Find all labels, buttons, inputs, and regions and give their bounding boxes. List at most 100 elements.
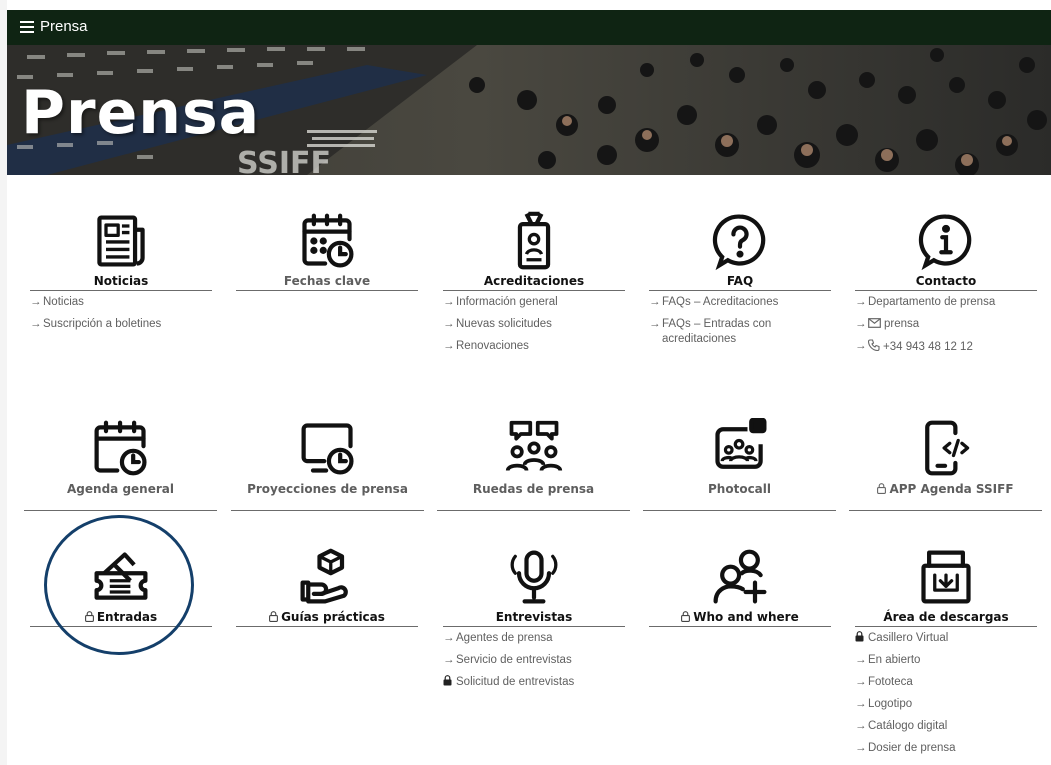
card-contacto: Contacto → Departamento de prensa → prensa… [855,205,1037,362]
card-title[interactable]: FAQ [649,273,831,289]
link-departamento-prensa[interactable]: → Departamento de prensa [855,295,1037,310]
link-list: Casillero Virtual → En abierto → Fototeca … [855,631,1037,756]
card-acreditaciones: Acreditaciones → Información general → Nue… [443,205,625,361]
divider [649,626,831,627]
divider [30,626,212,627]
link-suscripcion[interactable]: → Suscripción a boletines [30,317,212,332]
divider [236,626,418,627]
divider [443,626,625,627]
menu-toggle[interactable]: Prensa [20,18,88,35]
card-entradas: Entradas [30,541,212,627]
link-list: → Información general → Nuevas solicitudes… [443,295,625,354]
badge-icon [517,211,551,270]
link-faqs-acreditaciones[interactable]: → FAQs – Acreditaciones [649,295,831,310]
svg-text:SSIFF: SSIFF [237,146,331,175]
card-title[interactable]: Área de descargas [855,609,1037,625]
link-fototeca[interactable]: → Fototeca [855,675,1037,690]
link-list: → FAQs – Acreditaciones → FAQs – Entradas … [649,295,831,347]
lock-outline-icon [681,611,691,622]
link-renovaciones[interactable]: → Renovaciones [443,339,625,354]
divider [855,626,1037,627]
link-list: → Departamento de prensa → prensa → +34 943… [855,295,1037,355]
info-bubble-icon [918,214,972,271]
card-photocall: Photocall [643,412,836,511]
arrow-right-icon: → [649,296,661,308]
hamburger-icon [20,20,34,33]
card-proyecciones-prensa: Proyecciones de prensa [231,412,424,511]
link-list: → Agentes de prensa → Servicio de entrevis… [443,631,625,690]
link-agentes-prensa[interactable]: → Agentes de prensa [443,631,625,646]
lock-outline-icon [877,483,887,494]
arrow-right-icon: → [855,676,867,688]
question-bubble-icon [712,214,766,271]
hand-cube-icon [300,548,348,604]
calendar-clock-icon [302,213,354,268]
card-title[interactable]: Fechas clave [236,273,418,289]
link-servicio-entrevistas[interactable]: → Servicio de entrevistas [443,653,625,668]
arrow-right-icon: → [855,742,867,754]
lock-outline-icon [84,611,94,622]
link-telefono[interactable]: → +34 943 48 12 12 [855,339,1037,355]
screen-clock-icon [301,423,354,475]
arrow-right-icon: → [855,720,867,732]
card-who-and-where: Who and where [649,541,831,627]
card-title[interactable]: Contacto [855,273,1037,289]
arrow-right-icon: → [443,654,455,666]
download-box-icon [921,550,971,604]
arrow-right-icon: → [443,340,455,352]
card-title[interactable]: Photocall [643,480,836,498]
card-area-descargas: Área de descargas Casillero Virtual → En … [855,541,1037,763]
link-informacion-general[interactable]: → Información general [443,295,625,310]
divider [24,510,217,511]
arrow-right-icon: → [855,296,867,308]
card-title[interactable]: Acreditaciones [443,273,625,289]
link-solicitud-entrevistas[interactable]: Solicitud de entrevistas [443,675,625,690]
card-ruedas-prensa: Ruedas de prensa [437,412,630,511]
lock-icon [443,675,452,686]
arrow-right-icon: → [443,296,455,308]
divider [643,510,836,511]
card-noticias: Noticias → Noticias → Suscripción a boleti… [30,205,212,339]
card-faq: FAQ → FAQs – Acreditaciones → FAQs – Entra… [649,205,831,354]
card-title[interactable]: Entradas [30,609,212,625]
phone-icon [867,339,880,352]
link-casillero-virtual[interactable]: Casillero Virtual [855,631,1037,646]
card-fechas-clave: Fechas clave [236,205,418,291]
arrow-right-icon: → [649,318,661,330]
divider [855,290,1037,291]
link-catalogo-digital[interactable]: → Catálogo digital [855,719,1037,734]
card-title[interactable]: Who and where [649,609,831,625]
arrow-right-icon: → [855,340,867,352]
add-user-icon [713,549,767,604]
divider [231,510,424,511]
divider [649,290,831,291]
hero-banner: SSIFF Prensa [7,45,1051,175]
card-title[interactable]: Entrevistas [443,609,625,625]
banner-title: Prensa [21,78,261,148]
card-title[interactable]: Proyecciones de prensa [231,480,424,498]
link-logotipo[interactable]: → Logotipo [855,697,1037,712]
card-title[interactable]: Noticias [30,273,212,289]
card-title[interactable]: Agenda general [24,480,217,498]
link-en-abierto[interactable]: → En abierto [855,653,1037,668]
link-email-prensa[interactable]: → prensa [855,317,1037,332]
card-guias-practicas: Guías prácticas [236,541,418,627]
card-title[interactable]: Ruedas de prensa [437,480,630,498]
arrow-right-icon: → [855,698,867,710]
top-navigation-bar: Prensa [7,10,1051,45]
page-edge [0,0,7,765]
card-entrevistas: Entrevistas → Agentes de prensa → Servicio… [443,541,625,697]
link-list: → Noticias → Suscripción a boletines [30,295,212,332]
link-dosier-prensa[interactable]: → Dosier de prensa [855,741,1037,756]
card-agenda-general: Agenda general [24,412,217,511]
card-title[interactable]: Guías prácticas [236,609,418,625]
card-app-agenda: APP Agenda SSIFF [849,412,1042,511]
link-faqs-entradas[interactable]: → FAQs – Entradas con acreditaciones [649,317,831,347]
menu-label: Prensa [40,18,88,35]
card-title[interactable]: APP Agenda SSIFF [849,480,1042,498]
arrow-right-icon: → [443,632,455,644]
arrow-right-icon: → [855,318,867,330]
arrow-right-icon: → [30,318,42,330]
link-nuevas-solicitudes[interactable]: → Nuevas solicitudes [443,317,625,332]
link-noticias[interactable]: → Noticias [30,295,212,310]
